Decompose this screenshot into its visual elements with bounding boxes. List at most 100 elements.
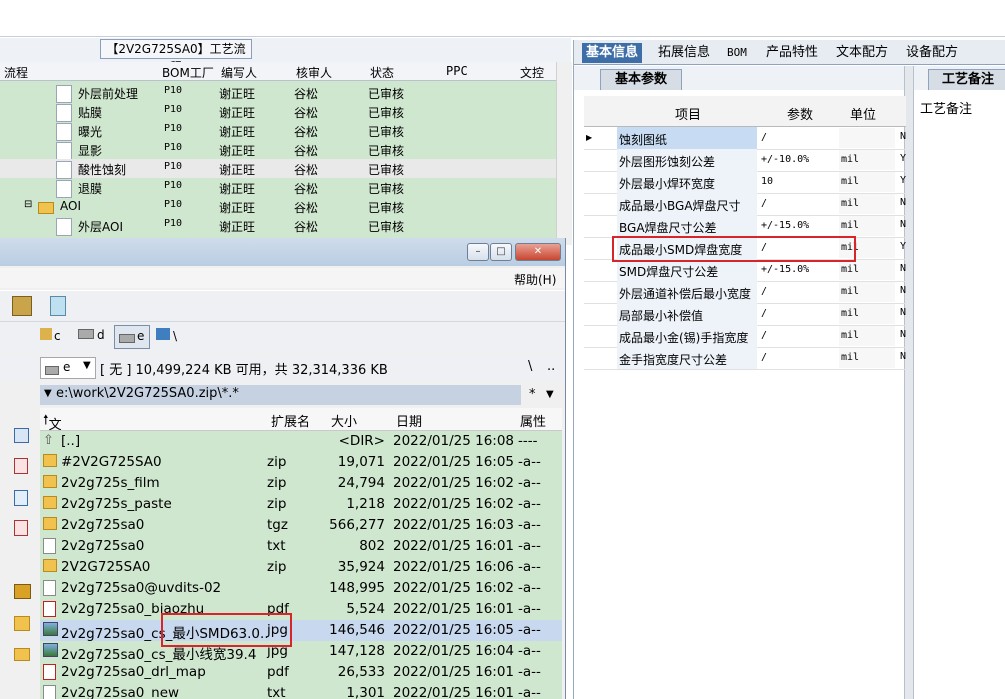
param-item-cell[interactable]: 局部最小补偿值	[617, 303, 757, 325]
col-reviewer[interactable]: 核审人	[296, 64, 332, 81]
param-item-cell[interactable]: 外层图形蚀刻公差	[617, 149, 757, 171]
tab-basic-info[interactable]: 基本信息	[582, 43, 643, 63]
process-row[interactable]: 曝光 P10 谢正旺 谷松 已审核	[0, 121, 556, 141]
history-dropdown-icon[interactable]: ▼	[44, 388, 52, 399]
file-row[interactable]: 2v2g725sa0_biaozhu pdf 5,524 2022/01/25 16:…	[40, 599, 562, 620]
process-row[interactable]: 贴膜 P10 谢正旺 谷松 已审核	[0, 102, 556, 122]
minimize-icon[interactable]: –	[467, 243, 489, 261]
param-row[interactable]: 局部最小补偿值 / mil N	[584, 303, 906, 326]
path-bar[interactable]: ▼ e:\work\2V2G725SA0.zip\*.*	[40, 385, 521, 405]
param-row[interactable]: BGA焊盘尺寸公差 +/-15.0% mil N	[584, 215, 906, 238]
col-flow[interactable]: 流程	[4, 64, 28, 81]
param-value-cell[interactable]: /	[759, 326, 836, 346]
param-unit-cell[interactable]: mil	[839, 172, 895, 192]
param-row[interactable]: 金手指宽度尺寸公差 / mil N	[584, 347, 906, 370]
drive-e-button[interactable]: e	[114, 325, 150, 349]
param-value-cell[interactable]: /	[759, 194, 836, 214]
param-value-cell[interactable]: /	[759, 348, 836, 368]
param-unit-cell[interactable]: mil	[839, 260, 895, 280]
param-unit-cell[interactable]: mil	[839, 150, 895, 170]
param-unit-cell[interactable]: mil	[839, 326, 895, 346]
tab-process-notes[interactable]: 工艺备注	[928, 69, 1005, 90]
param-unit-cell[interactable]	[839, 128, 895, 148]
param-unit-cell[interactable]: mil	[839, 304, 895, 324]
tab-extended-info[interactable]: 拓展信息	[658, 43, 710, 63]
drive-c-button[interactable]: c	[40, 328, 61, 343]
tab-text-recipe[interactable]: 文本配方	[836, 43, 888, 63]
col-filename[interactable]: 🠕文件名	[43, 411, 62, 471]
nav-root-button[interactable]: \	[528, 359, 532, 374]
param-row[interactable]: 成品最小金(锡)手指宽度 / mil N	[584, 325, 906, 348]
settings-icon[interactable]	[12, 296, 32, 316]
new-folder-icon[interactable]	[14, 616, 30, 631]
col-bom[interactable]: BOM工厂	[162, 64, 214, 81]
file-row[interactable]: ⇧ [..] <DIR> 2022/01/25 16:08 ----	[40, 431, 562, 452]
file-row[interactable]: 2v2g725s_film zip 24,794 2022/01/25 16:02 -a…	[40, 473, 562, 494]
col-date[interactable]: 日期	[396, 411, 422, 430]
process-flow-tab[interactable]: 【2V2G725SA0】工艺流程	[100, 39, 252, 74]
col-ext[interactable]: 扩展名	[271, 411, 310, 430]
process-scrollbar[interactable]	[556, 62, 572, 245]
param-value-cell[interactable]: +/-15.0%	[759, 260, 836, 280]
drive-select[interactable]: e ▼	[40, 357, 96, 379]
search-icon[interactable]	[14, 428, 29, 443]
menu-help[interactable]: 帮助(H)	[514, 271, 556, 288]
col-attr[interactable]: 属性	[520, 411, 546, 430]
param-item-cell[interactable]: 外层通道补偿后最小宽度	[617, 281, 757, 303]
param-item-cell[interactable]: 蚀刻图纸	[617, 127, 757, 149]
folder-icon[interactable]	[14, 648, 30, 661]
row-selector-icon[interactable]: ▶	[586, 133, 592, 142]
process-row[interactable]: 显影 P10 谢正旺 谷松 已审核	[0, 140, 556, 160]
param-item-cell[interactable]: SMD焊盘尺寸公差	[617, 259, 757, 281]
file-row[interactable]: 2v2g725sa0_new txt 1,301 2022/01/25 16:01 -a…	[40, 683, 562, 699]
param-row[interactable]: ▶ 蚀刻图纸 / N	[584, 127, 906, 150]
col-ppc[interactable]: PPC	[446, 64, 468, 78]
process-row[interactable]: 退膜 P10 谢正旺 谷松 已审核	[0, 178, 556, 198]
col-status[interactable]: 状态	[370, 64, 394, 81]
file-row[interactable]: 2v2g725sa0@uvdits-02 148,995 2022/01/25 16…	[40, 578, 562, 599]
nav-up-button[interactable]: ..	[547, 359, 555, 374]
param-item-cell[interactable]: 成品最小BGA焊盘尺寸	[617, 193, 757, 215]
param-value-cell[interactable]: /	[759, 128, 836, 148]
param-value-cell[interactable]: /	[759, 282, 836, 302]
move-icon[interactable]	[14, 520, 28, 536]
param-item-cell[interactable]: 金手指宽度尺寸公差	[617, 347, 757, 369]
tab-bom[interactable]: BOM	[727, 43, 747, 63]
param-row[interactable]: 成品最小BGA焊盘尺寸 / mil N	[584, 193, 906, 216]
path-filter[interactable]: *	[529, 387, 536, 402]
drive-network-button[interactable]: \	[156, 328, 177, 343]
param-value-cell[interactable]: +/-10.0%	[759, 150, 836, 170]
collapse-icon[interactable]: ⊟	[24, 199, 32, 210]
param-value-cell[interactable]: /	[759, 304, 836, 324]
tab-product-features[interactable]: 产品特性	[766, 43, 818, 63]
col-unit[interactable]: 单位	[850, 104, 876, 123]
fm-titlebar[interactable]: – □ ✕	[0, 238, 565, 266]
param-row[interactable]: 外层最小焊环宽度 10 mil Y	[584, 171, 906, 194]
process-row[interactable]: 酸性蚀刻 P10 谢正旺 谷松 已审核	[0, 159, 556, 179]
col-writer[interactable]: 编写人	[221, 64, 257, 81]
tab-equipment-recipe[interactable]: 设备配方	[906, 43, 958, 63]
process-row[interactable]: 外层AOI P10 谢正旺 谷松 已审核	[0, 216, 556, 236]
close-icon[interactable]: ✕	[515, 243, 561, 261]
drive-d-button[interactable]: d	[78, 328, 105, 342]
package-icon[interactable]	[14, 584, 31, 599]
file-row[interactable]: 2v2g725sa0_cs_最小线宽39.4 jpg 147,128 2022/01/…	[40, 641, 562, 663]
file-row[interactable]: 2V2G725SA0 zip 35,924 2022/01/25 16:06 -a--	[40, 557, 562, 578]
file-row[interactable]: 2v2g725sa0 tgz 566,277 2022/01/25 16:03 -a--	[40, 515, 562, 536]
param-row[interactable]: 外层通道补偿后最小宽度 / mil N	[584, 281, 906, 304]
copy-icon[interactable]	[14, 490, 28, 506]
param-value-cell[interactable]: +/-15.0%	[759, 216, 836, 236]
filter-dropdown-icon[interactable]: ▼	[546, 389, 554, 400]
col-doc-control[interactable]: 文控	[520, 64, 544, 81]
file-row[interactable]: #2V2G725SA0 zip 19,071 2022/01/25 16:05 -a--	[40, 452, 562, 473]
col-item[interactable]: 项目	[675, 104, 701, 123]
process-row[interactable]: ⊟ AOI P10 谢正旺 谷松 已审核	[0, 197, 556, 216]
process-row[interactable]: 外层前处理 P10 谢正旺 谷松 已审核	[0, 83, 556, 103]
param-unit-cell[interactable]: mil	[839, 194, 895, 214]
param-item-cell[interactable]: 成品最小金(锡)手指宽度	[617, 325, 757, 347]
param-item-cell[interactable]: 外层最小焊环宽度	[617, 171, 757, 193]
param-unit-cell[interactable]: mil	[839, 216, 895, 236]
param-unit-cell[interactable]: mil	[839, 348, 895, 368]
col-size[interactable]: 大小	[331, 411, 357, 430]
file-row[interactable]: 2v2g725sa0_cs_最小SMD63.0.. jpg 146,546 2022/…	[40, 620, 562, 642]
